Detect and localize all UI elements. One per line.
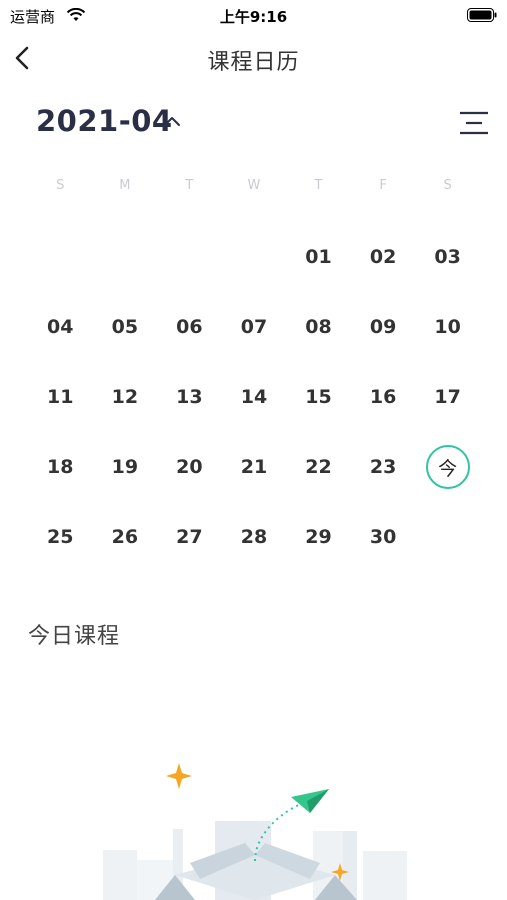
calendar-day[interactable]: 02 [351,222,416,292]
navigation-bar: 课程日历 [0,36,507,80]
calendar-day-today[interactable]: 今 [415,432,480,502]
weekday-header: S M T W T F S [28,178,480,200]
calendar-day[interactable]: 18 [28,432,93,502]
calendar-day[interactable]: 03 [415,222,480,292]
calendar-day[interactable]: 25 [28,502,93,572]
calendar-day[interactable]: 05 [93,292,158,362]
calendar-day[interactable]: 27 [157,502,222,572]
calendar-day[interactable]: 29 [286,502,351,572]
calendar-day[interactable]: 22 [286,432,351,502]
calendar-day[interactable]: 08 [286,292,351,362]
calendar-day[interactable]: 30 [351,502,416,572]
calendar-day[interactable]: 12 [93,362,158,432]
calendar-day[interactable]: 15 [286,362,351,432]
calendar-day[interactable]: 14 [222,362,287,432]
menu-icon[interactable] [456,108,492,138]
month-label[interactable]: 2021-04 [36,104,173,138]
empty-state-illustration [103,763,407,900]
today-marker: 今 [425,445,470,489]
calendar-day[interactable]: 21 [222,432,287,502]
weekday-label: M [119,178,131,193]
weekday-label: S [56,178,65,193]
calendar-day[interactable]: 09 [351,292,416,362]
calendar-day[interactable]: 20 [157,432,222,502]
page-title: 课程日历 [207,50,300,75]
calendar-grid: 01 02 03 04 05 06 07 08 09 10 11 12 13 14 15 16 17 18 19 20… [28,222,480,572]
calendar-day[interactable]: 26 [93,502,158,572]
battery-icon [467,8,497,22]
weekday-label: F [379,178,387,193]
calendar-day[interactable]: 06 [157,292,222,362]
today-courses-title: 今日课程 [28,624,121,649]
weekday-label: T [314,178,323,193]
calendar-day[interactable]: 23 [351,432,416,502]
weekday-label: W [247,178,261,193]
calendar-day[interactable]: 10 [415,292,480,362]
chevron-up-icon[interactable] [160,110,184,134]
calendar-day[interactable]: 04 [28,292,93,362]
calendar-day[interactable]: 17 [415,362,480,432]
weekday-label: T [185,178,194,193]
calendar-day[interactable]: 19 [93,432,158,502]
calendar-day[interactable]: 07 [222,292,287,362]
calendar-day[interactable]: 28 [222,502,287,572]
calendar-day[interactable]: 16 [351,362,416,432]
calendar-day[interactable]: 11 [28,362,93,432]
month-header: 2021-04 [0,100,507,144]
calendar-day[interactable]: 13 [157,362,222,432]
calendar-day[interactable]: 01 [286,222,351,292]
clock: 上午9:16 [219,8,288,26]
weekday-label: S [443,178,452,193]
status-bar: 运营商 上午9:16 [0,0,507,32]
